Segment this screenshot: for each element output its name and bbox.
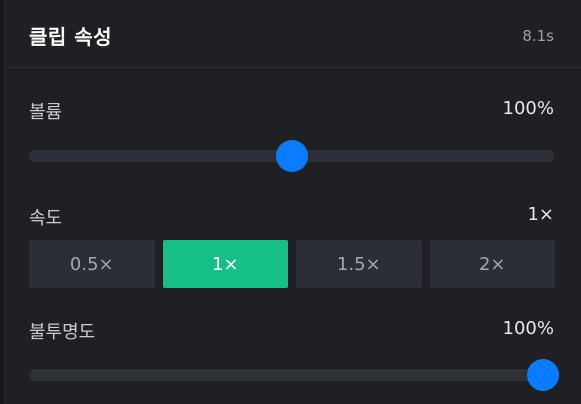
volume-slider[interactable]	[29, 140, 554, 172]
clip-duration: 8.1s	[522, 27, 554, 45]
volume-slider-thumb[interactable]	[275, 140, 308, 172]
speed-options: 0.5× 1× 1.5× 2×	[29, 240, 555, 288]
opacity-label: 불투명도	[29, 322, 96, 343]
speed-option-0-5x[interactable]: 0.5×	[29, 240, 155, 288]
speed-option-2x[interactable]: 2×	[429, 240, 555, 288]
opacity-value: 100%	[502, 318, 554, 339]
opacity-slider[interactable]	[29, 359, 559, 391]
speed-option-1x[interactable]: 1×	[162, 240, 288, 288]
volume-value: 100%	[502, 98, 554, 119]
speed-value: 1×	[527, 204, 554, 225]
panel-title: 클립 속성	[29, 25, 113, 49]
opacity-slider-thumb[interactable]	[527, 359, 559, 391]
speed-label: 속도	[29, 208, 63, 229]
clip-properties-panel: 클립 속성 8.1s 볼륨 100% 속도 1× 0.5× 1× 1.5× 2×…	[4, 0, 581, 404]
volume-label: 볼륨	[29, 102, 63, 123]
panel-header: 클립 속성 8.1s	[5, 0, 581, 68]
speed-option-1-5x[interactable]: 1.5×	[296, 240, 422, 288]
